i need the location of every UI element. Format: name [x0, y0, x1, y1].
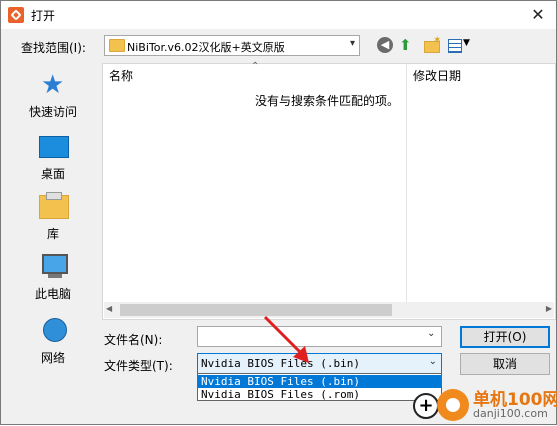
column-header-name[interactable]: 名称 [109, 67, 133, 84]
new-folder-icon[interactable]: ✶ [423, 35, 441, 55]
column-header-date[interactable]: 修改日期 [413, 67, 461, 84]
chevron-down-icon[interactable]: ▾ [350, 38, 355, 49]
look-in-value: NiBiTor.v6.02汉化版+英文原版 [127, 41, 285, 54]
filetype-dropdown: Nvidia BIOS Files (.bin) Nvidia BIOS Fil… [197, 373, 442, 401]
filetype-label: 文件类型(T): [104, 359, 173, 373]
filetype-option[interactable]: Nvidia BIOS Files (.bin) [198, 375, 441, 388]
look-in-label: 查找范围(I): [21, 41, 86, 55]
window-title: 打开 [31, 9, 56, 23]
column-divider[interactable] [406, 64, 407, 302]
open-file-dialog: 打开 ✕ 查找范围(I): NiBiTor.v6.02汉化版+英文原版 ▾ ◀ … [0, 0, 557, 425]
title-bar: 打开 ✕ [1, 1, 556, 29]
place-network[interactable]: 网络 [11, 313, 95, 373]
cancel-button[interactable]: 取消 [460, 353, 550, 375]
scroll-thumb[interactable] [120, 304, 392, 316]
place-label: 库 [46, 227, 59, 241]
place-desktop[interactable]: 桌面 [11, 129, 95, 189]
watermark-url: danji100.com [473, 407, 548, 420]
folder-icon [109, 39, 125, 52]
watermark-logo-icon [437, 389, 469, 421]
chevron-down-icon[interactable]: ⌄ [429, 356, 437, 367]
empty-message: 没有与搜索条件匹配的项。 [255, 94, 400, 108]
places-bar: ★ 快速访问 桌面 库 此电脑 网络 [11, 63, 95, 385]
close-button[interactable]: ✕ [520, 1, 556, 29]
star-icon: ★ [41, 70, 65, 100]
place-label: 此电脑 [34, 287, 71, 301]
chevron-down-icon[interactable]: ⌄ [427, 328, 435, 339]
place-label: 桌面 [40, 167, 65, 181]
desktop-icon [39, 136, 69, 158]
view-menu-icon[interactable]: ▼ [448, 37, 472, 55]
look-in-combo[interactable]: NiBiTor.v6.02汉化版+英文原版 ▾ [104, 35, 360, 56]
filename-label: 文件名(N): [104, 333, 163, 347]
back-icon[interactable]: ◀ [377, 37, 393, 53]
network-icon [43, 318, 67, 342]
computer-icon [42, 254, 68, 278]
annotation-arrow-icon [263, 315, 309, 363]
file-list[interactable]: 名称 ⌃ 修改日期 没有与搜索条件匹配的项。 ◀ ▶ [102, 61, 556, 320]
filename-field[interactable] [197, 326, 442, 347]
plus-cursor-icon: + [413, 393, 439, 419]
place-label: 快速访问 [28, 105, 77, 119]
sort-ascending-icon: ⌃ [251, 61, 260, 72]
filetype-select[interactable]: Nvidia BIOS Files (.bin) ⌄ [197, 353, 442, 374]
scroll-left-icon[interactable]: ◀ [106, 304, 112, 313]
watermark: 单机100网 danji100.com [437, 383, 557, 426]
up-folder-icon[interactable]: ⬆ [399, 37, 417, 55]
horizontal-scrollbar[interactable]: ◀ ▶ [104, 302, 554, 318]
app-icon [8, 7, 24, 23]
library-icon [39, 192, 69, 219]
scroll-right-icon[interactable]: ▶ [546, 304, 552, 313]
filetype-option[interactable]: Nvidia BIOS Files (.rom) [198, 388, 441, 401]
place-this-pc[interactable]: 此电脑 [11, 249, 95, 309]
open-button[interactable]: 打开(O) [460, 326, 550, 348]
place-label: 网络 [40, 351, 65, 365]
place-library[interactable]: 库 [11, 189, 95, 249]
place-quick-access[interactable]: ★ 快速访问 [11, 67, 95, 127]
